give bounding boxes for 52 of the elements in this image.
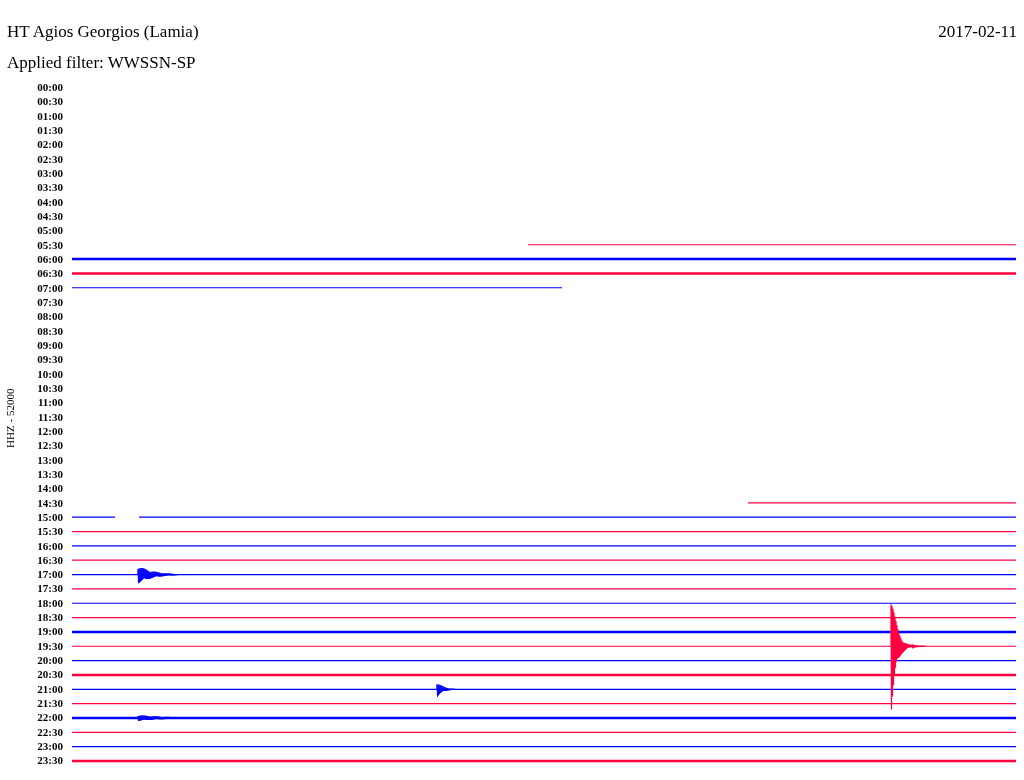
time-label: 07:30: [37, 294, 63, 310]
time-label: 18:00: [37, 595, 63, 611]
time-label: 10:00: [37, 366, 63, 381]
time-label: 01:30: [37, 123, 63, 138]
time-label: 12:30: [37, 438, 63, 453]
time-label: 16:30: [37, 552, 63, 568]
time-label: 11:30: [37, 409, 63, 424]
time-label: 00:00: [37, 80, 63, 95]
time-label: 23:00: [37, 739, 63, 754]
time-label: 05:00: [37, 223, 63, 238]
time-label: 19:30: [37, 638, 63, 654]
time-label: 04:30: [37, 208, 63, 224]
time-label: 10:30: [37, 380, 63, 396]
time-label: 02:00: [37, 137, 63, 152]
time-label: 13:00: [37, 452, 63, 467]
time-label: 14:30: [37, 495, 63, 510]
time-label: 09:30: [37, 352, 63, 367]
time-label: 13:30: [37, 466, 63, 482]
time-label: 01:00: [37, 108, 63, 123]
time-label: 16:00: [37, 538, 63, 553]
time-label: 19:00: [37, 624, 63, 639]
time-label: 08:00: [37, 309, 63, 324]
time-label: 08:30: [37, 323, 63, 338]
time-label: 06:30: [37, 266, 63, 281]
time-label: 15:30: [37, 524, 63, 539]
time-label: 21:00: [37, 681, 63, 697]
time-label: 18:30: [37, 610, 63, 625]
time-label: 03:00: [37, 165, 63, 181]
time-label: 00:30: [37, 94, 63, 109]
time-label: 21:30: [37, 696, 63, 711]
filter-label: Applied filter: WWSSN-SP: [7, 53, 196, 72]
time-label: 20:30: [37, 667, 63, 682]
date-label: 2017-02-11: [938, 23, 1017, 40]
time-label: 03:30: [37, 180, 63, 195]
time-label: 22:30: [37, 724, 63, 740]
time-label: 07:00: [37, 280, 63, 295]
station-title: HT Agios Georgios (Lamia): [7, 23, 199, 40]
time-label: 02:30: [37, 151, 63, 166]
time-label: 04:00: [37, 194, 63, 209]
time-label: 14:00: [37, 481, 63, 496]
time-label: 23:30: [37, 753, 63, 768]
axis-label: HHZ - 52000: [2, 387, 17, 450]
time-label: 05:30: [37, 237, 63, 252]
time-label: 15:00: [37, 509, 63, 525]
time-label: 06:00: [37, 251, 63, 267]
time-label: 22:00: [37, 710, 63, 725]
time-label: 09:00: [37, 337, 63, 353]
time-label: 17:30: [37, 581, 63, 596]
time-label: 11:00: [37, 395, 63, 410]
time-label: 20:00: [37, 653, 63, 668]
time-label: 12:00: [37, 423, 63, 439]
time-label: 17:00: [37, 567, 63, 582]
